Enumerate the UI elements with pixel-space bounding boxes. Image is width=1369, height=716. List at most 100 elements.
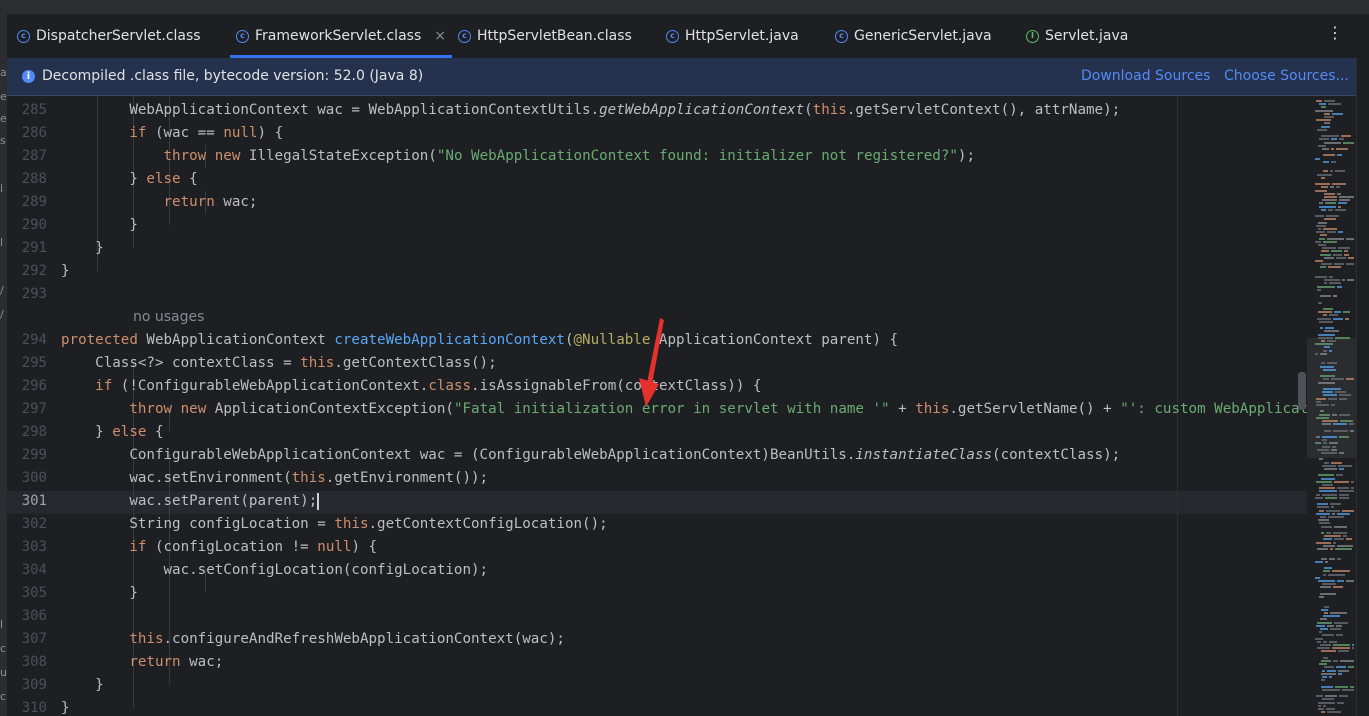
minimap-line xyxy=(1347,279,1354,282)
minimap-line xyxy=(1339,199,1350,202)
code-text: throw new ApplicationContextException("F… xyxy=(129,401,1307,417)
code-line[interactable]: 299 ConfigurableWebApplicationContext wa… xyxy=(7,444,1307,467)
tab-httpservlet[interactable]: c HttpServlet.java xyxy=(666,14,799,58)
code-line[interactable]: 301 wac.setParent(parent); xyxy=(7,490,1307,513)
code-line[interactable]: 292} xyxy=(7,260,1307,283)
code-line[interactable]: 310} xyxy=(7,697,1307,716)
code-editor[interactable]: 285 WebApplicationContext wac = WebAppli… xyxy=(7,96,1307,716)
download-sources-link[interactable]: Download Sources xyxy=(1081,68,1210,84)
code-line[interactable]: 287 throw new IllegalStateException("No … xyxy=(7,145,1307,168)
minimap-line xyxy=(1330,186,1334,189)
tab-frameworkservlet[interactable]: c FrameworkServlet.class × xyxy=(230,14,452,58)
minimap-line xyxy=(1323,640,1327,643)
choose-sources-link[interactable]: Choose Sources... xyxy=(1224,68,1349,84)
minimap-line xyxy=(1316,416,1329,419)
minimap-line xyxy=(1322,583,1336,586)
minimap-line xyxy=(1336,624,1342,627)
code-text: } xyxy=(61,240,104,256)
minimap-line xyxy=(1323,314,1327,317)
minimap-line xyxy=(1320,352,1327,355)
minimap-line xyxy=(1333,317,1343,320)
minimap-line xyxy=(1324,535,1341,538)
minimap-line xyxy=(1332,413,1337,416)
code-line[interactable]: 286 if (wac == null) { xyxy=(7,122,1307,145)
minimap-line xyxy=(1322,199,1337,202)
minimap-line xyxy=(1331,138,1337,141)
code-line[interactable]: 309 } xyxy=(7,674,1307,697)
window-top-strip xyxy=(0,0,1369,14)
code-line[interactable]: 291 } xyxy=(7,237,1307,260)
code-line[interactable]: 293 xyxy=(7,283,1307,306)
code-line[interactable]: 285 WebApplicationContext wac = WebAppli… xyxy=(7,99,1307,122)
minimap-line xyxy=(1315,576,1320,579)
minimap-line xyxy=(1321,362,1325,365)
tab-label: FrameworkServlet.class xyxy=(255,28,422,44)
minimap-line xyxy=(1324,346,1330,349)
minimap-line xyxy=(1321,340,1325,342)
minimap-line xyxy=(1346,538,1352,541)
minimap-line xyxy=(1327,237,1344,240)
line-number: 296 xyxy=(21,378,47,394)
tab-label: HttpServlet.java xyxy=(685,28,799,44)
minimap-line xyxy=(1335,391,1346,394)
code-text: return wac; xyxy=(129,654,224,670)
tab-label: HttpServletBean.class xyxy=(477,28,632,44)
tab-httpservletbean[interactable]: c HttpServletBean.class xyxy=(458,14,632,58)
minimap-line xyxy=(1321,608,1328,611)
tab-genericservlet[interactable]: c GenericServlet.java xyxy=(835,14,992,58)
minimap-line xyxy=(1325,496,1337,499)
project-panel-edge: aees i l / / lcuc xyxy=(0,14,7,716)
minimap-line xyxy=(1320,375,1335,378)
minimap-line xyxy=(1321,125,1330,128)
minimap-line xyxy=(1317,285,1335,288)
minimap-line xyxy=(1335,336,1350,339)
minimap-line xyxy=(1339,468,1344,470)
minimap-line xyxy=(1330,628,1341,630)
code-line[interactable]: 289 return wac; xyxy=(7,191,1307,214)
usage-inlay-hint[interactable]: no usages xyxy=(133,306,204,329)
tab-label: DispatcherServlet.class xyxy=(36,28,201,44)
minimap-line xyxy=(1329,282,1341,285)
minimap-line xyxy=(1324,612,1328,614)
minimap-line xyxy=(1343,141,1354,144)
vertical-scrollbar[interactable] xyxy=(1356,58,1369,716)
minimap-line xyxy=(1339,496,1349,499)
minimap-line xyxy=(1316,231,1325,234)
line-number: 295 xyxy=(21,355,47,371)
code-line[interactable]: 307 this.configureAndRefreshWebApplicati… xyxy=(7,628,1307,651)
code-line[interactable]: 304 wac.setConfigLocation(configLocation… xyxy=(7,559,1307,582)
minimap-line xyxy=(1328,266,1341,269)
code-line[interactable]: 302 String configLocation = this.getCont… xyxy=(7,513,1307,536)
minimap-line xyxy=(1318,244,1326,246)
minimap-line xyxy=(1318,336,1333,339)
minimap-line xyxy=(1336,666,1346,669)
code-line[interactable]: 303 if (configLocation != null) { xyxy=(7,536,1307,559)
minimap-line xyxy=(1332,647,1350,650)
more-tabs-icon[interactable]: ⋮ xyxy=(1327,25,1343,41)
code-line[interactable]: 290 } xyxy=(7,214,1307,237)
code-minimap[interactable] xyxy=(1307,96,1356,716)
minimap-line xyxy=(1323,544,1335,547)
tab-dispatcherservlet[interactable]: c DispatcherServlet.class xyxy=(17,14,201,58)
line-number: 299 xyxy=(21,447,47,463)
minimap-line xyxy=(1331,250,1342,253)
close-icon[interactable]: × xyxy=(434,28,446,44)
code-line[interactable]: 308 return wac; xyxy=(7,651,1307,674)
code-line[interactable]: 298 } else { xyxy=(7,421,1307,444)
minimap-line xyxy=(1318,221,1327,224)
minimap-line xyxy=(1315,215,1324,218)
minimap-line xyxy=(1350,429,1354,432)
minimap-line xyxy=(1317,640,1321,643)
code-line[interactable]: 300 wac.setEnvironment(this.getEnvironme… xyxy=(7,467,1307,490)
minimap-line xyxy=(1329,349,1332,352)
minimap-line xyxy=(1318,311,1332,314)
code-line[interactable]: 306 xyxy=(7,605,1307,628)
minimap-line xyxy=(1318,381,1335,384)
minimap-line xyxy=(1336,148,1348,150)
code-line[interactable]: 288 } else { xyxy=(7,168,1307,191)
horizontal-scroll-thumb[interactable] xyxy=(1298,372,1306,410)
tab-servlet[interactable]: I Servlet.java xyxy=(1026,14,1128,58)
code-line[interactable]: 305 } xyxy=(7,582,1307,605)
minimap-line xyxy=(1321,452,1337,454)
info-icon: i xyxy=(22,70,35,83)
